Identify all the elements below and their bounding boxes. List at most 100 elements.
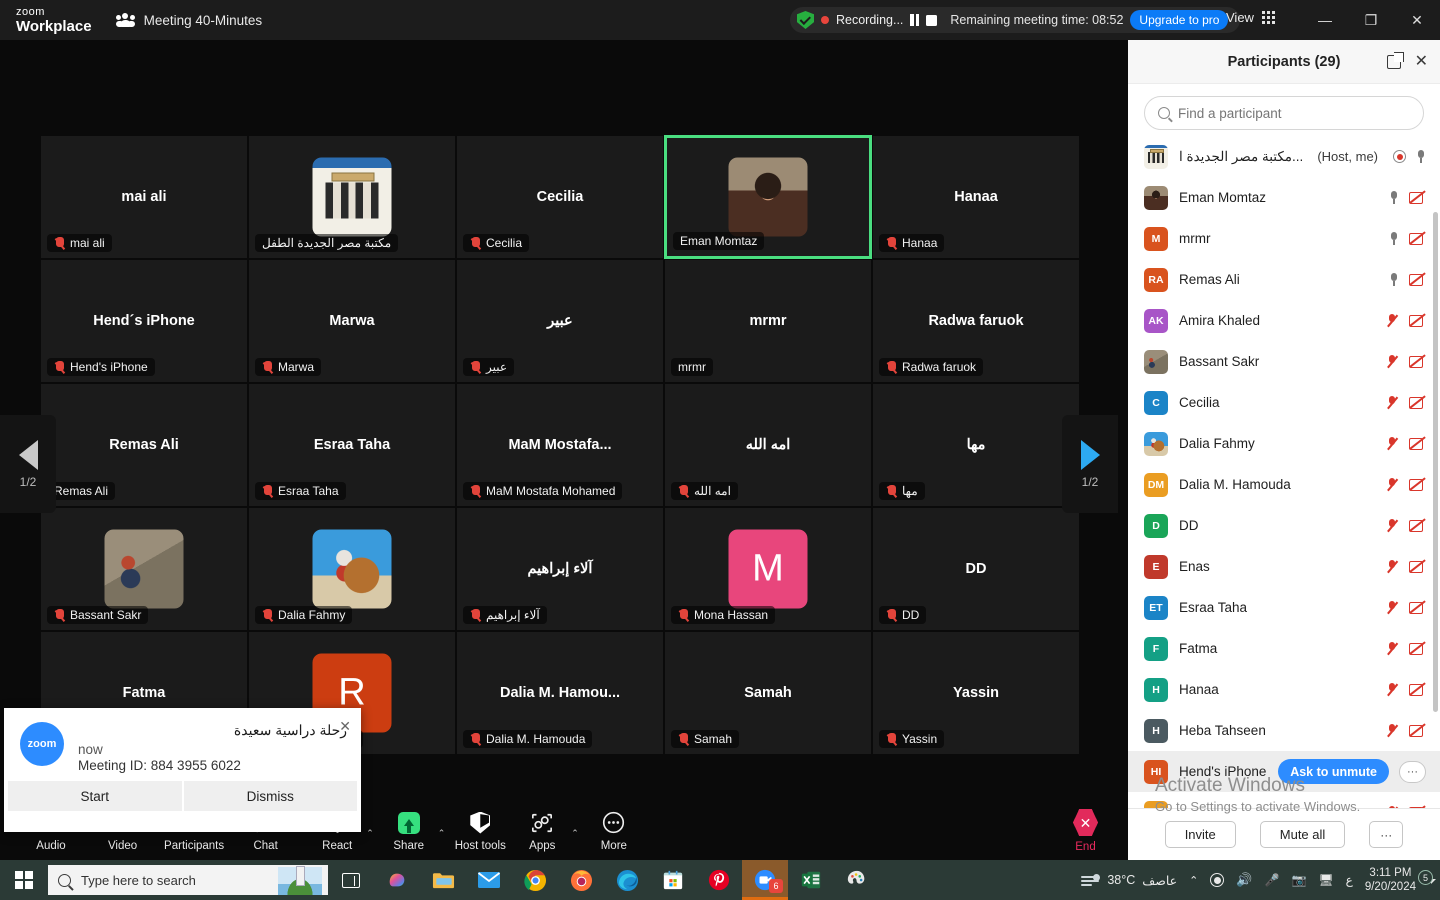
edge-icon[interactable] (604, 860, 650, 900)
participant-row[interactable]: HI Hend's iPhone Ask to unmute ··· (1128, 751, 1440, 792)
mic-on-icon[interactable] (1389, 190, 1399, 205)
camera-off-icon[interactable] (1409, 519, 1426, 532)
video-tile[interactable]: MaM Mostafa... MaM Mostafa Mohamed (456, 383, 664, 507)
tray-volume-icon[interactable]: 🔊 (1236, 872, 1252, 888)
participant-row[interactable]: ET Esraa Taha (1128, 587, 1440, 628)
mail-icon[interactable] (466, 860, 512, 900)
end-meeting-button[interactable]: ✕ End (1073, 809, 1098, 853)
participant-row[interactable]: Mmrmr (1128, 218, 1440, 259)
taskbar-clock[interactable]: 3:11 PM 9/20/2024 (1365, 866, 1416, 895)
participant-more-button[interactable]: ··· (1399, 760, 1426, 783)
camera-off-icon[interactable] (1409, 273, 1426, 286)
mic-muted-icon[interactable] (1386, 395, 1399, 410)
video-tile[interactable]: مكتبة مصر الجديدة الطفل (248, 135, 456, 259)
search-box[interactable] (1144, 96, 1424, 130)
video-tile[interactable]: Yassin Yassin (872, 631, 1080, 755)
excel-icon[interactable] (788, 860, 834, 900)
mic-muted-icon[interactable] (1386, 641, 1399, 656)
mic-muted-icon[interactable] (1386, 518, 1399, 533)
toolbar-button-share[interactable]: Share (378, 805, 440, 857)
camera-off-icon[interactable] (1409, 396, 1426, 409)
camera-off-icon[interactable] (1409, 683, 1426, 696)
popout-icon[interactable] (1386, 51, 1404, 69)
video-tile[interactable]: mai ali mai ali (40, 135, 248, 259)
restore-button[interactable]: ❐ (1348, 0, 1394, 40)
start-meeting-button[interactable]: Start (8, 781, 182, 811)
previous-page-button[interactable]: 1/2 (0, 415, 56, 513)
participant-row[interactable]: Dalia Fahmy (1128, 423, 1440, 464)
video-tile[interactable]: M Mona Hassan (664, 507, 872, 631)
stop-recording-button[interactable] (926, 14, 938, 26)
mic-on-icon[interactable] (1389, 231, 1399, 246)
toolbar-button-apps[interactable]: Apps (511, 805, 573, 857)
camera-off-icon[interactable] (1409, 232, 1426, 245)
taskbar-search-box[interactable]: Type here to search (48, 865, 328, 895)
participant-row[interactable]: E Enas (1128, 546, 1440, 587)
video-tile[interactable]: Bassant Sakr (40, 507, 248, 631)
camera-off-icon[interactable] (1409, 314, 1426, 327)
weather-widget[interactable]: 38°C عاصف (1081, 873, 1177, 888)
copilot-icon[interactable] (374, 860, 420, 900)
ime-language-indicator[interactable]: ع (1346, 873, 1353, 887)
task-view-icon[interactable] (328, 860, 374, 900)
tray-overflow-chevron-icon[interactable]: ⌃ (1189, 874, 1198, 887)
participant-row[interactable]: AK Amira Khaled (1128, 300, 1440, 341)
mic-muted-icon[interactable] (1386, 559, 1399, 574)
camera-off-icon[interactable] (1409, 437, 1426, 450)
participant-row[interactable]: H Hanaa (1128, 669, 1440, 710)
meeting-tab[interactable]: Meeting 40-Minutes (115, 13, 262, 28)
toolbar-button-host-tools[interactable]: Host tools (449, 805, 511, 857)
video-tile[interactable]: Hanaa Hanaa (872, 135, 1080, 259)
view-button[interactable]: View (1226, 10, 1275, 25)
participant-row[interactable]: Bassant Sakr (1128, 341, 1440, 382)
video-tile[interactable]: Esraa Taha Esraa Taha (248, 383, 456, 507)
video-tile[interactable]: Radwa faruok Radwa faruok (872, 259, 1080, 383)
camera-off-icon[interactable] (1409, 601, 1426, 614)
mic-muted-icon[interactable] (1386, 313, 1399, 328)
camera-off-icon[interactable] (1409, 478, 1426, 491)
mic-muted-icon[interactable] (1386, 805, 1399, 808)
participant-row[interactable]: DM Dalia M. Hamouda (1128, 464, 1440, 505)
close-panel-icon[interactable]: ✕ (1415, 53, 1428, 70)
camera-off-icon[interactable] (1409, 560, 1426, 573)
panel-more-button[interactable]: ··· (1369, 821, 1404, 848)
video-tile[interactable]: عبير عبير (456, 259, 664, 383)
camera-off-icon[interactable] (1409, 806, 1426, 808)
video-tile[interactable]: mrmr mrmr (664, 259, 872, 383)
camera-off-icon[interactable] (1409, 355, 1426, 368)
zoom-icon[interactable]: 6 (742, 860, 788, 900)
participant-row[interactable]: RA Remas Ali (1128, 259, 1440, 300)
video-tile[interactable]: Cecilia Cecilia (456, 135, 664, 259)
video-tile[interactable]: Marwa Marwa (248, 259, 456, 383)
close-icon[interactable]: ✕ (339, 718, 351, 735)
start-button[interactable] (0, 860, 48, 900)
microsoft-store-icon[interactable] (650, 860, 696, 900)
video-tile[interactable]: Eman Momtaz (664, 135, 872, 259)
mic-on-icon[interactable] (1416, 149, 1426, 164)
mute-all-button[interactable]: Mute all (1259, 821, 1346, 848)
panel-scrollbar[interactable] (1433, 212, 1438, 712)
ask-to-unmute-button[interactable]: Ask to unmute (1278, 759, 1389, 784)
video-tile[interactable]: Hend´s iPhone Hend's iPhone (40, 259, 248, 383)
file-explorer-icon[interactable] (420, 860, 466, 900)
video-tile[interactable]: Samah Samah (664, 631, 872, 755)
invite-button[interactable]: Invite (1164, 821, 1236, 848)
upgrade-to-pro-button[interactable]: Upgrade to pro (1130, 10, 1229, 30)
video-tile[interactable]: DD DD (872, 507, 1080, 631)
search-input[interactable] (1178, 105, 1410, 121)
video-tile[interactable]: آلاء إبراهيم آلاء إبراهيم (456, 507, 664, 631)
video-tile[interactable]: مها مها (872, 383, 1080, 507)
video-tile[interactable]: Remas Ali Remas Ali (40, 383, 248, 507)
camera-off-icon[interactable] (1409, 191, 1426, 204)
mic-on-icon[interactable] (1389, 272, 1399, 287)
mic-muted-icon[interactable] (1386, 682, 1399, 697)
minimize-button[interactable]: — (1302, 0, 1348, 40)
participant-row[interactable]: D DD (1128, 505, 1440, 546)
participant-row[interactable]: Eman Momtaz (1128, 177, 1440, 218)
dismiss-button[interactable]: Dismiss (183, 781, 357, 811)
mic-muted-icon[interactable] (1386, 354, 1399, 369)
tray-display-icon[interactable]: 🖥 (1318, 873, 1333, 887)
mic-muted-icon[interactable] (1386, 600, 1399, 615)
pinterest-icon[interactable] (696, 860, 742, 900)
next-page-button[interactable]: 1/2 (1062, 415, 1118, 513)
